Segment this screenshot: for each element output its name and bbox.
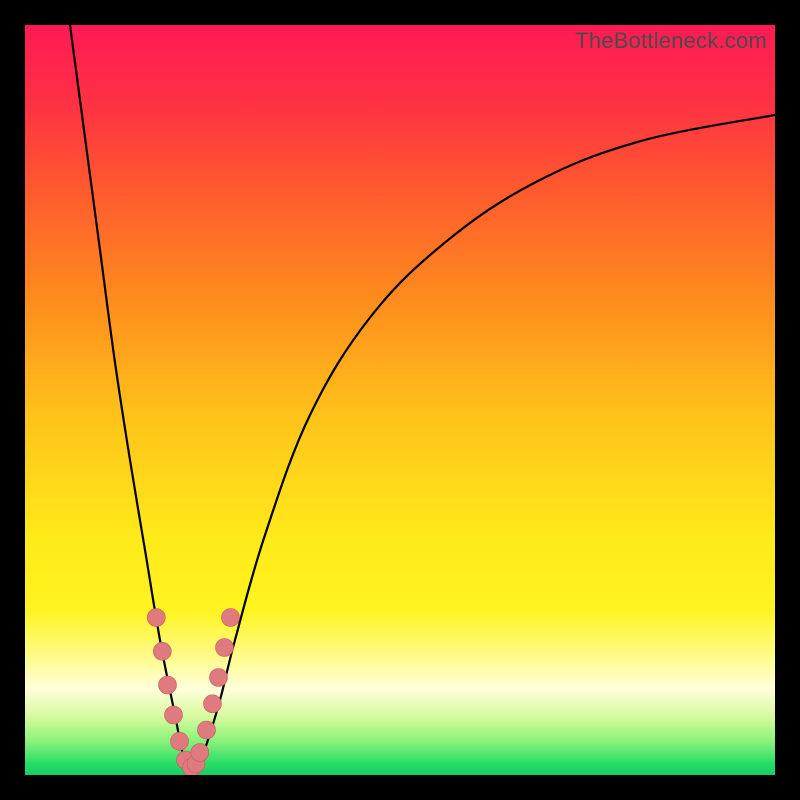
data-point-cluster (147, 609, 239, 776)
plot-area: TheBottleneck.com (25, 25, 775, 775)
data-point (210, 669, 228, 687)
data-point (191, 744, 209, 762)
data-point (147, 609, 165, 627)
data-point (198, 721, 216, 739)
data-point (204, 695, 222, 713)
bottleneck-curve (25, 25, 775, 775)
data-point (222, 609, 240, 627)
data-point (216, 639, 234, 657)
data-point (159, 676, 177, 694)
data-point (165, 706, 183, 724)
data-point (153, 642, 171, 660)
data-point (171, 732, 189, 750)
chart-frame: TheBottleneck.com (0, 0, 800, 800)
